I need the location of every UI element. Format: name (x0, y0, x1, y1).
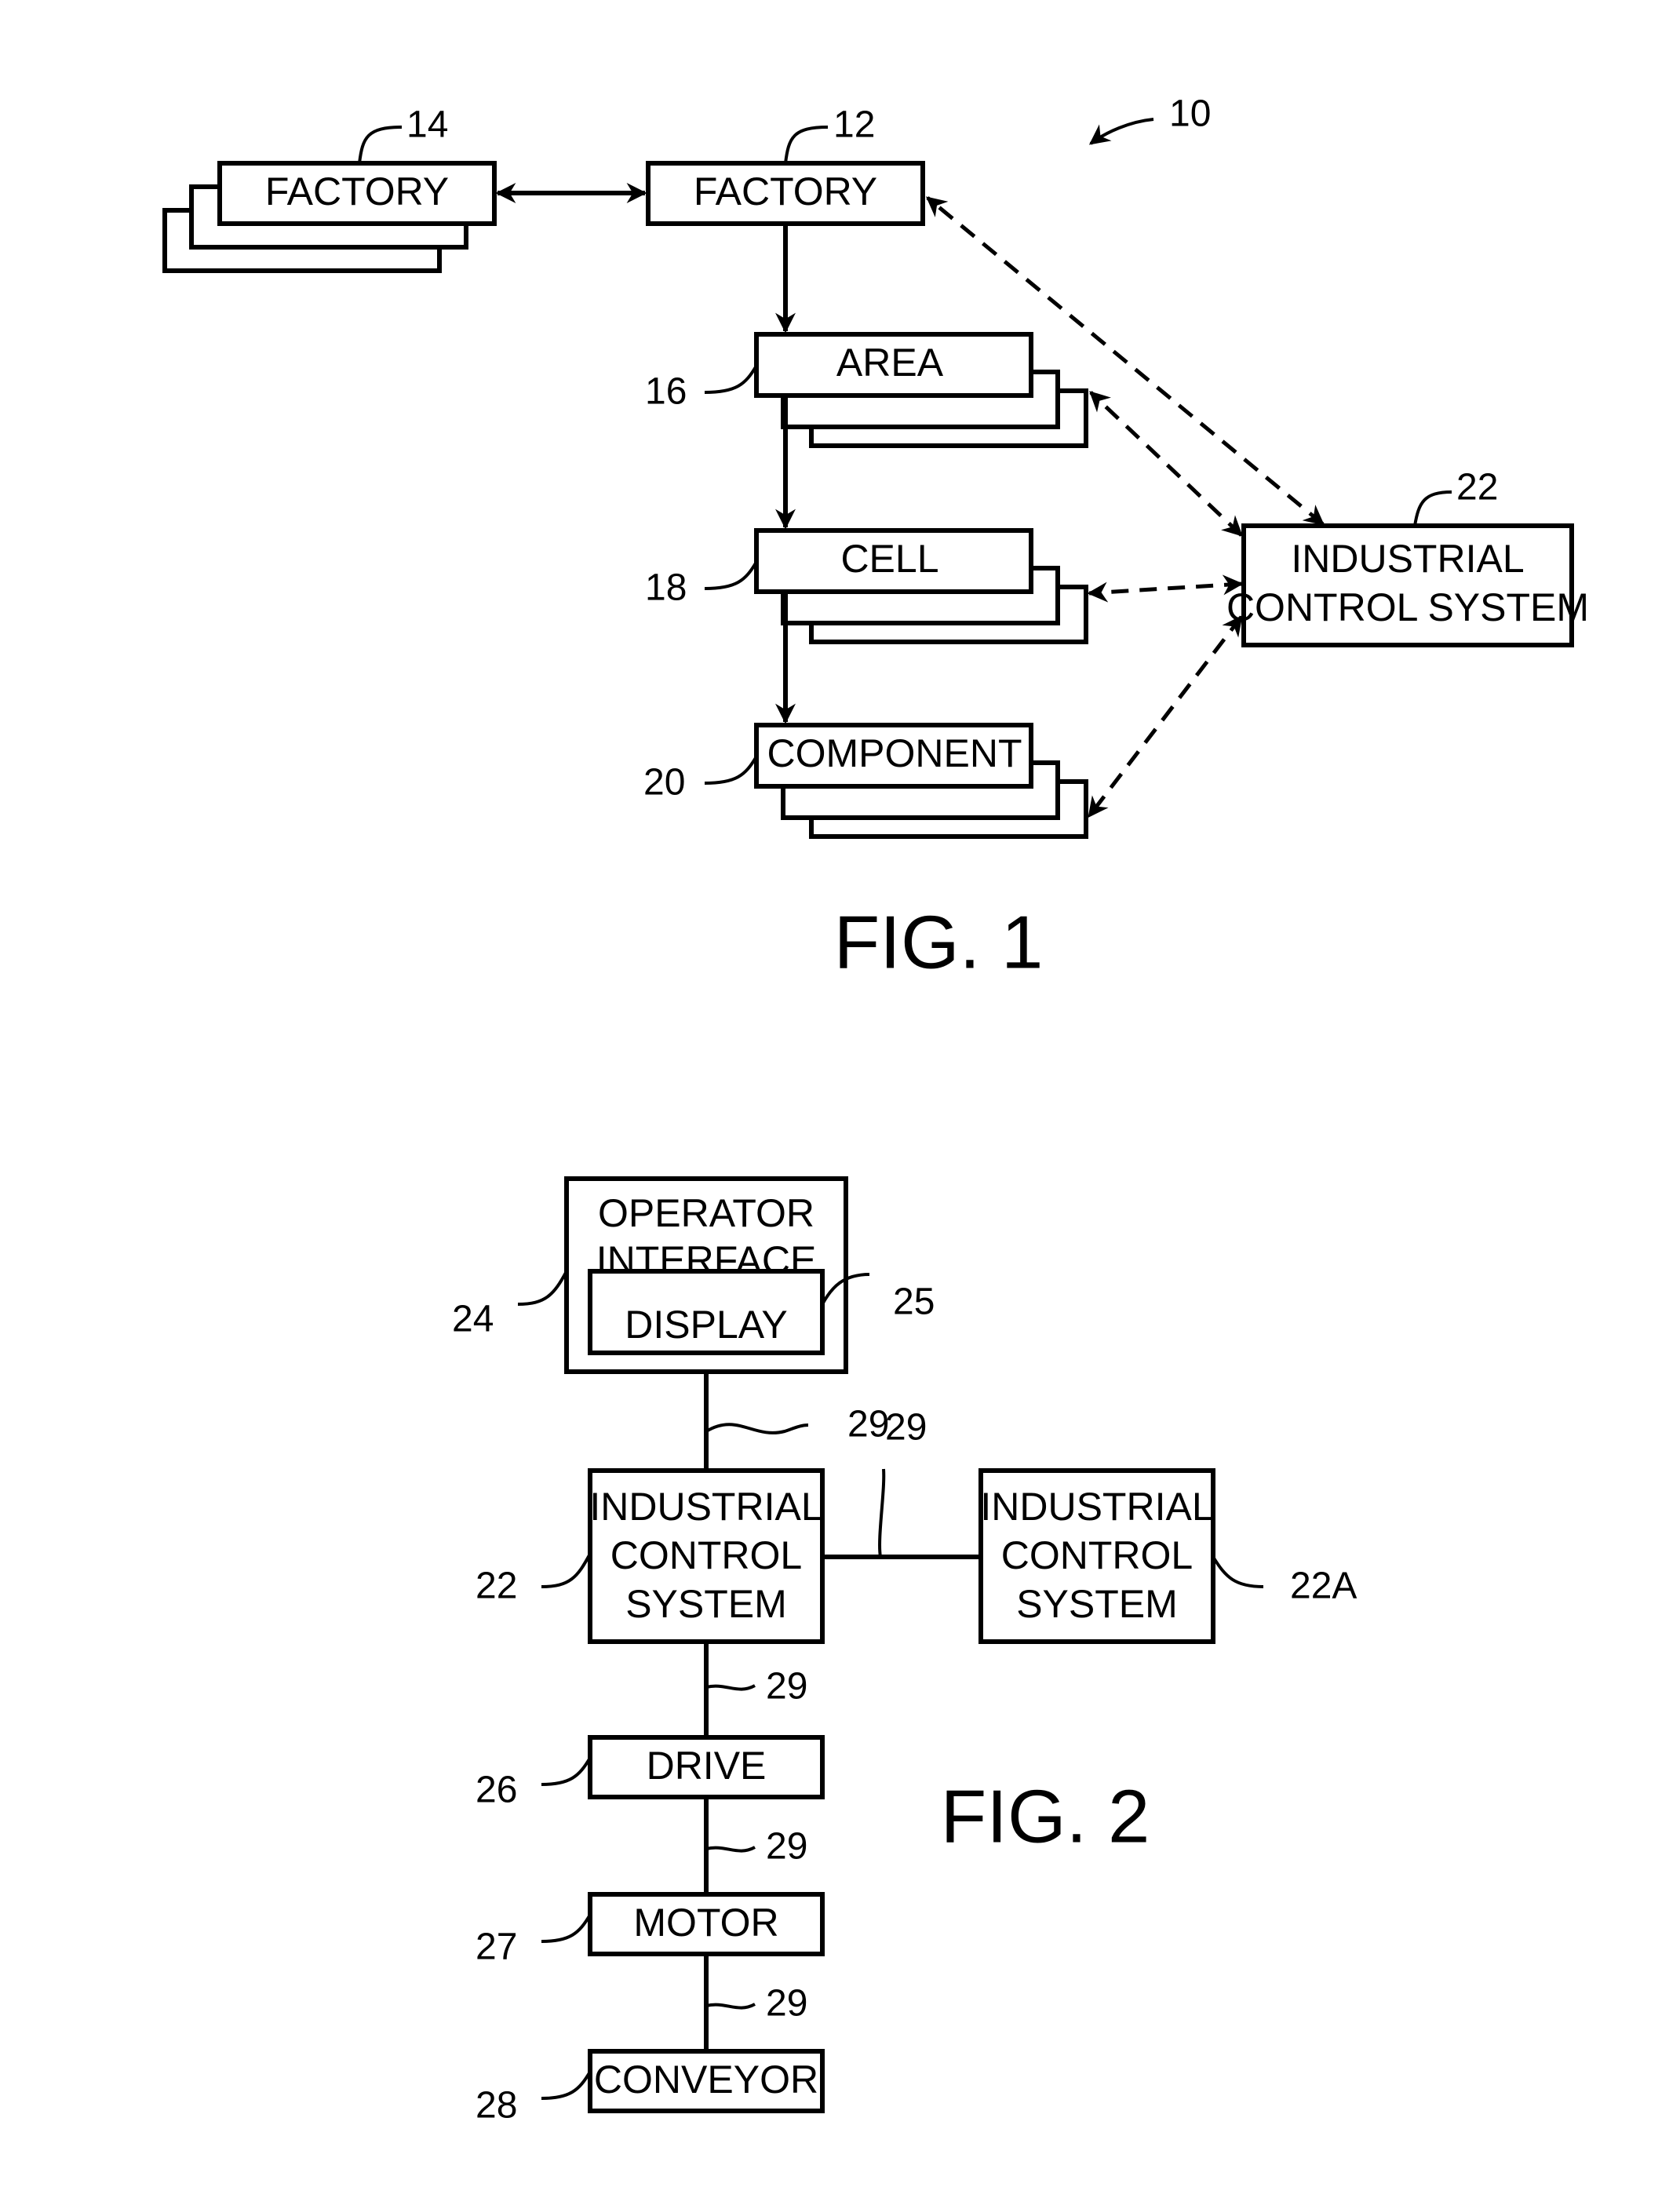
ref-24: 24 (452, 1299, 494, 1340)
node-drive: DRIVE 26 (476, 1735, 825, 1811)
ics-label-line2: CONTROL SYSTEM (1226, 585, 1589, 629)
ref-29-c: 29 (766, 1666, 807, 1708)
node-motor: MOTOR 27 (476, 1892, 825, 1968)
ref-12: 12 (833, 104, 875, 146)
ref-29-d: 29 (766, 1826, 807, 1868)
ref-14: 14 (406, 104, 448, 146)
ref-25: 25 (893, 1281, 935, 1323)
figure-2: OPERATOR INTERFACE 24 DISPLAY 25 29 INDU… (452, 1176, 1357, 2127)
ics-a-line2: CONTROL (1001, 1533, 1193, 1577)
node-ics: INDUSTRIAL CONTROL SYSTEM 22 (1226, 467, 1589, 647)
ref-22a: 22A (1290, 1566, 1357, 1607)
factory-remote-label: FACTORY (265, 170, 449, 213)
node-display: DISPLAY 25 (588, 1269, 935, 1355)
ref-22-fig2: 22 (476, 1566, 517, 1607)
node-factory: FACTORY 12 (646, 104, 925, 226)
ref-10: 10 (1088, 93, 1211, 145)
operator-interface-line1: OPERATOR (598, 1191, 814, 1235)
fig1-caption: FIG. 1 (834, 900, 1044, 984)
cell-label: CELL (840, 537, 938, 581)
display-label: DISPLAY (625, 1303, 788, 1347)
ics-a-line3: SYSTEM (1016, 1582, 1178, 1626)
node-cell: CELL 18 (645, 528, 1088, 644)
node-factory-remote: FACTORY 14 (162, 104, 497, 273)
ref-29-b: 29 (885, 1407, 927, 1449)
ics-2-line3: SYSTEM (625, 1582, 787, 1626)
ics-2-line2: CONTROL (610, 1533, 802, 1577)
patent-drawing-sheet: 10 FACTORY 14 FACTORY 12 AREA 16 CELL 18… (162, 93, 1589, 2127)
ics-label-line1: INDUSTRIAL (1291, 537, 1524, 581)
node-area: AREA 16 (645, 332, 1088, 448)
edge-ics-component (1088, 614, 1243, 818)
ics-a-line1: INDUSTRIAL (980, 1485, 1213, 1529)
edge-ics-cell (1087, 574, 1244, 603)
drive-label: DRIVE (647, 1744, 767, 1788)
ref-29-e: 29 (766, 1983, 807, 2025)
node-ics-2: INDUSTRIAL CONTROL SYSTEM 22 (476, 1468, 825, 1644)
ref-20: 20 (643, 762, 685, 804)
node-component: COMPONENT 20 (643, 723, 1088, 839)
ref-29-a: 29 (847, 1404, 889, 1445)
ref-27: 27 (476, 1926, 517, 1968)
ref-28: 28 (476, 2085, 517, 2127)
ref-18: 18 (645, 567, 687, 609)
motor-label: MOTOR (633, 1901, 778, 1945)
conveyor-label: CONVEYOR (594, 2058, 818, 2101)
edge-ics-area (1089, 391, 1243, 537)
ref-22: 22 (1456, 467, 1498, 509)
node-conveyor: CONVEYOR 28 (476, 2049, 825, 2127)
fig2-caption: FIG. 2 (941, 1774, 1150, 1858)
ics-2-line1: INDUSTRIAL (589, 1485, 822, 1529)
factory-label: FACTORY (694, 170, 877, 213)
figure-1: 10 FACTORY 14 FACTORY 12 AREA 16 CELL 18… (162, 93, 1589, 984)
node-ics-a: INDUSTRIAL CONTROL SYSTEM 22A (978, 1468, 1357, 1644)
ref-16: 16 (645, 371, 687, 413)
ref-26: 26 (476, 1770, 517, 1811)
area-label: AREA (836, 341, 944, 385)
component-label: COMPONENT (767, 731, 1022, 775)
ref-10-label: 10 (1169, 93, 1211, 135)
